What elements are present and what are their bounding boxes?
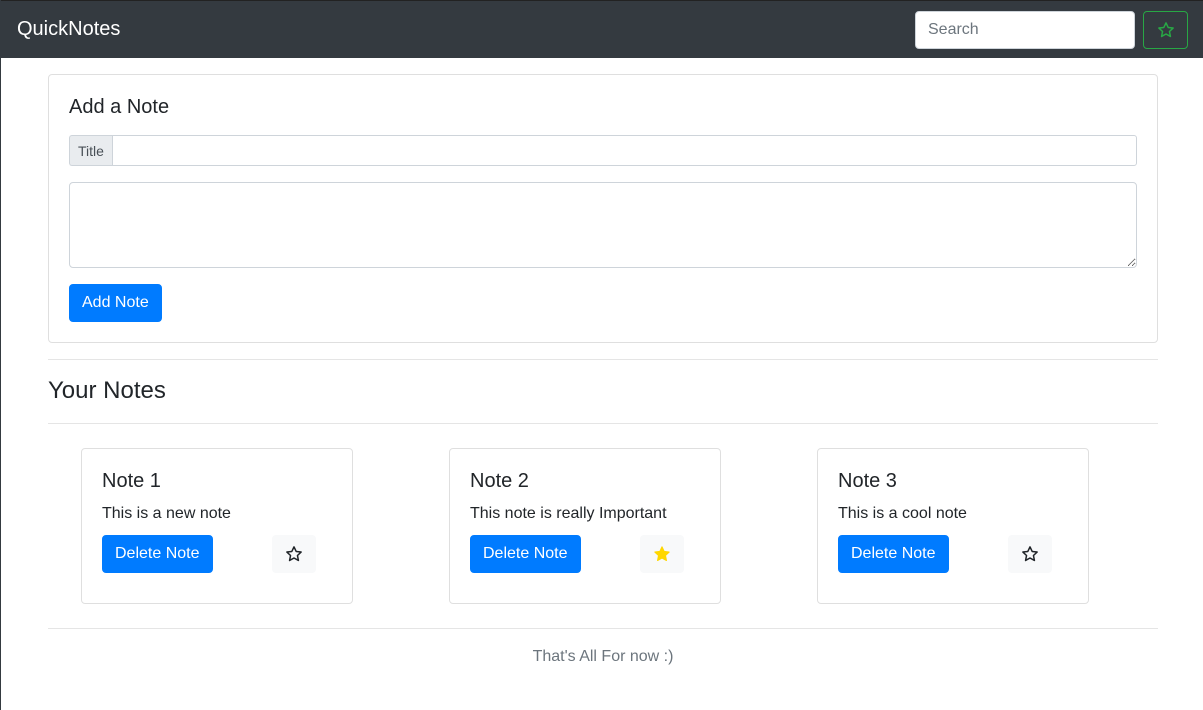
star-toggle-button[interactable] — [272, 534, 316, 573]
star-outline-icon — [286, 545, 302, 561]
star-filled-icon — [654, 546, 670, 561]
delete-note-button[interactable]: Delete Note — [102, 534, 213, 573]
navbar-actions — [915, 10, 1188, 49]
delete-note-button[interactable]: Delete Note — [838, 534, 949, 573]
title-label: Title — [69, 135, 112, 166]
footer-text: That's All For now :) — [532, 647, 674, 665]
add-note-heading: Add a Note — [69, 96, 170, 118]
note-card: Note 2 This note is really Important Del… — [449, 447, 721, 604]
add-note-button[interactable]: Add Note — [69, 284, 162, 322]
delete-note-button[interactable]: Delete Note — [470, 534, 581, 573]
title-input-group: Title — [69, 135, 1137, 166]
add-note-card: Add a Note Title Add Note — [48, 74, 1158, 343]
note-title: Note 3 — [838, 469, 897, 492]
divider — [48, 627, 1158, 629]
your-notes-heading: Your Notes — [48, 377, 166, 404]
star-toggle-button[interactable] — [1008, 534, 1052, 573]
note-actions: Delete Note — [838, 534, 1068, 573]
note-text: This is a new note — [102, 504, 231, 522]
note-actions: Delete Note — [102, 534, 332, 573]
title-input[interactable] — [111, 135, 1137, 166]
note-title: Note 2 — [470, 469, 529, 492]
note-card: Note 3 This is a cool note Delete Note — [817, 447, 1089, 604]
note-title: Note 1 — [102, 469, 161, 492]
star-toggle-button[interactable] — [640, 534, 684, 573]
note-text: This note is really Important — [470, 504, 667, 522]
notes-list: Note 1 This is a new note Delete Note No… — [48, 424, 1158, 628]
note-text: This is a cool note — [838, 504, 967, 522]
brand-logo[interactable]: QuickNotes — [17, 18, 120, 41]
navbar: QuickNotes — [1, 0, 1203, 58]
search-input[interactable] — [915, 10, 1135, 49]
note-card: Note 1 This is a new note Delete Note — [81, 447, 353, 604]
favorites-button[interactable] — [1143, 10, 1188, 49]
main-container: Add a Note Title Add Note Your Notes Not… — [48, 74, 1158, 666]
divider — [48, 359, 1158, 360]
note-body-textarea[interactable] — [69, 182, 1137, 268]
note-actions: Delete Note — [470, 534, 700, 573]
star-outline-icon — [1157, 21, 1174, 37]
star-outline-icon — [1022, 545, 1038, 561]
